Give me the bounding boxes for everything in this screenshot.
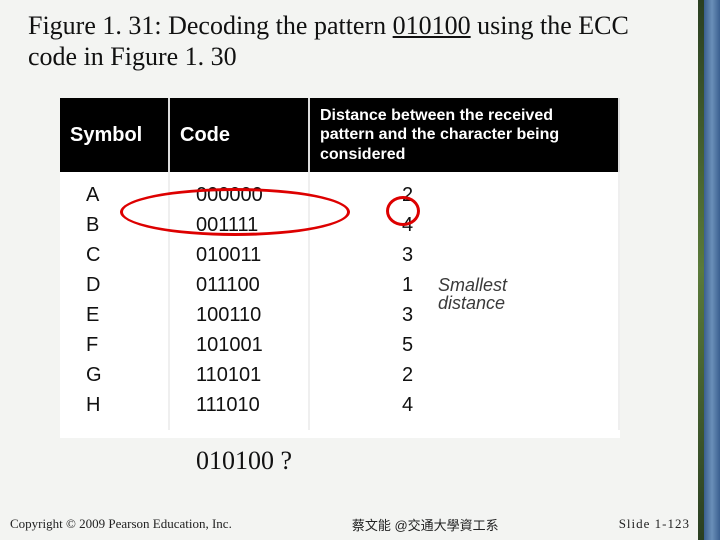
column-distance: 2 4 3 1 3 5 2 4 Smallest distance — [310, 172, 620, 430]
table-row: A — [60, 180, 168, 210]
table-row: 2 — [310, 360, 618, 390]
table-body: A B C D E F G H 000000 001111 010011 011… — [60, 172, 620, 430]
table-row: 110101 — [170, 360, 308, 390]
table-row: 100110 — [170, 300, 308, 330]
header-distance: Distance between the received pattern an… — [310, 98, 620, 172]
table-row: 2 — [310, 180, 618, 210]
table-row: F — [60, 330, 168, 360]
slide-footer: Copyright © 2009 Pearson Education, Inc.… — [0, 514, 700, 534]
table-row: 4 — [310, 390, 618, 420]
slide-title: Figure 1. 31: Decoding the pattern 01010… — [28, 10, 668, 72]
annotation-line2: distance — [438, 294, 507, 312]
received-pattern-question: 010100 ? — [196, 446, 292, 476]
footer-slide-number: Slide 1-123 — [619, 516, 690, 532]
table-row: 101001 — [170, 330, 308, 360]
table-row: H — [60, 390, 168, 420]
title-prefix: Figure 1. 31: Decoding the pattern — [28, 11, 393, 40]
smallest-distance-annotation: Smallest distance — [438, 276, 507, 312]
column-symbol: A B C D E F G H — [60, 172, 170, 430]
table-header-row: Symbol Code Distance between the receive… — [60, 98, 620, 172]
right-decorative-stripe — [698, 0, 720, 540]
header-code: Code — [170, 98, 310, 172]
header-symbol: Symbol — [60, 98, 170, 172]
table-row: 4 — [310, 210, 618, 240]
table-row: E — [60, 300, 168, 330]
column-code: 000000 001111 010011 011100 100110 10100… — [170, 172, 310, 430]
table-row: 011100 — [170, 270, 308, 300]
annotation-line1: Smallest — [438, 276, 507, 294]
table-row: 3 — [310, 240, 618, 270]
table-row: 001111 — [170, 210, 308, 240]
ecc-table: Symbol Code Distance between the receive… — [60, 98, 620, 438]
table-row: 5 — [310, 330, 618, 360]
table-row: B — [60, 210, 168, 240]
table-row: D — [60, 270, 168, 300]
table-row: 111010 — [170, 390, 308, 420]
footer-copyright: Copyright © 2009 Pearson Education, Inc. — [10, 516, 232, 532]
footer-author: 蔡文能 @交通大學資工系 — [232, 515, 619, 534]
table-row: C — [60, 240, 168, 270]
table-row: 010011 — [170, 240, 308, 270]
table-row: 000000 — [170, 180, 308, 210]
table-row: G — [60, 360, 168, 390]
title-underlined-pattern: 010100 — [393, 11, 471, 40]
